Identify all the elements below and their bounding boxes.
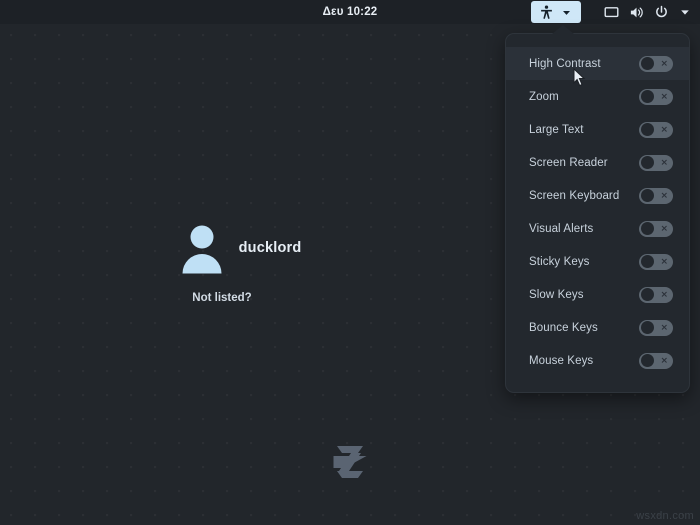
accessibility-menu-panel: High Contrast × Zoom × Large Text × Scre… — [505, 33, 690, 393]
login-screen: Δευ 10:22 High Contrast × Zoom × Large T… — [0, 0, 700, 525]
a11y-item-label: Screen Keyboard — [529, 189, 620, 202]
a11y-toggle-large-text[interactable]: × — [639, 121, 673, 138]
a11y-item-bounce-keys[interactable]: Bounce Keys × — [506, 311, 689, 344]
a11y-toggle-slow-keys[interactable]: × — [639, 286, 673, 303]
a11y-item-label: Bounce Keys — [529, 321, 598, 334]
toggle-off-glyph: × — [660, 91, 668, 102]
a11y-item-mouse-keys[interactable]: Mouse Keys × — [506, 344, 689, 377]
toggle-knob — [640, 90, 654, 103]
top-bar: Δευ 10:22 — [0, 0, 700, 24]
a11y-item-high-contrast[interactable]: High Contrast × — [506, 47, 689, 80]
toggle-off-glyph: × — [660, 124, 668, 135]
system-menu-chevron-down-icon[interactable] — [674, 1, 696, 23]
toggle-knob — [640, 321, 654, 334]
a11y-item-label: Sticky Keys — [529, 255, 590, 268]
accessibility-icon — [541, 4, 552, 19]
system-tray — [599, 0, 696, 24]
a11y-toggle-high-contrast[interactable]: × — [639, 55, 673, 72]
watermark: wsxdn.com — [636, 510, 694, 522]
panel-pointer-arrow — [552, 25, 574, 34]
volume-icon[interactable] — [624, 1, 649, 23]
a11y-item-label: Mouse Keys — [529, 354, 594, 367]
toggle-off-glyph: × — [660, 289, 668, 300]
toggle-off-glyph: × — [660, 223, 668, 234]
a11y-item-large-text[interactable]: Large Text × — [506, 113, 689, 146]
toggle-off-glyph: × — [660, 58, 668, 69]
a11y-item-slow-keys[interactable]: Slow Keys × — [506, 278, 689, 311]
zorin-logo-icon — [333, 446, 367, 478]
toggle-knob — [640, 189, 654, 202]
a11y-item-label: Visual Alerts — [529, 222, 594, 235]
user-avatar-icon — [182, 225, 222, 274]
toggle-off-glyph: × — [660, 322, 668, 333]
a11y-toggle-mouse-keys[interactable]: × — [639, 352, 673, 369]
toggle-knob — [640, 156, 654, 169]
a11y-toggle-zoom[interactable]: × — [639, 88, 673, 105]
a11y-item-label: Large Text — [529, 123, 584, 136]
a11y-toggle-screen-keyboard[interactable]: × — [639, 187, 673, 204]
a11y-item-label: High Contrast — [529, 57, 601, 70]
a11y-item-sticky-keys[interactable]: Sticky Keys × — [506, 245, 689, 278]
user-entry[interactable]: ducklord — [179, 222, 302, 274]
toggle-off-glyph: × — [660, 190, 668, 201]
clock: Δευ 10:22 — [322, 6, 378, 18]
toggle-knob — [640, 123, 654, 136]
username-label: ducklord — [238, 240, 302, 256]
a11y-item-zoom[interactable]: Zoom × — [506, 80, 689, 113]
toggle-knob — [640, 57, 654, 70]
toggle-off-glyph: × — [660, 355, 668, 366]
toggle-knob — [640, 288, 654, 301]
a11y-toggle-bounce-keys[interactable]: × — [639, 319, 673, 336]
a11y-toggle-visual-alerts[interactable]: × — [639, 220, 673, 237]
a11y-toggle-screen-reader[interactable]: × — [639, 154, 673, 171]
a11y-item-label: Slow Keys — [529, 288, 584, 301]
a11y-item-label: Screen Reader — [529, 156, 608, 169]
not-listed-link[interactable]: Not listed? — [192, 292, 251, 304]
display-icon[interactable] — [599, 1, 624, 23]
toggle-knob — [640, 255, 654, 268]
a11y-item-screen-keyboard[interactable]: Screen Keyboard × — [506, 179, 689, 212]
a11y-item-screen-reader[interactable]: Screen Reader × — [506, 146, 689, 179]
toggle-off-glyph: × — [660, 157, 668, 168]
user-login-block: ducklord Not listed? — [0, 222, 480, 304]
toggle-off-glyph: × — [660, 256, 668, 267]
a11y-item-label: Zoom — [529, 90, 559, 103]
toggle-knob — [640, 354, 654, 367]
power-icon[interactable] — [649, 1, 674, 23]
a11y-toggle-sticky-keys[interactable]: × — [639, 253, 673, 270]
accessibility-menu-button[interactable] — [531, 1, 581, 23]
toggle-knob — [640, 222, 654, 235]
a11y-item-visual-alerts[interactable]: Visual Alerts × — [506, 212, 689, 245]
chevron-down-icon — [563, 10, 570, 15]
